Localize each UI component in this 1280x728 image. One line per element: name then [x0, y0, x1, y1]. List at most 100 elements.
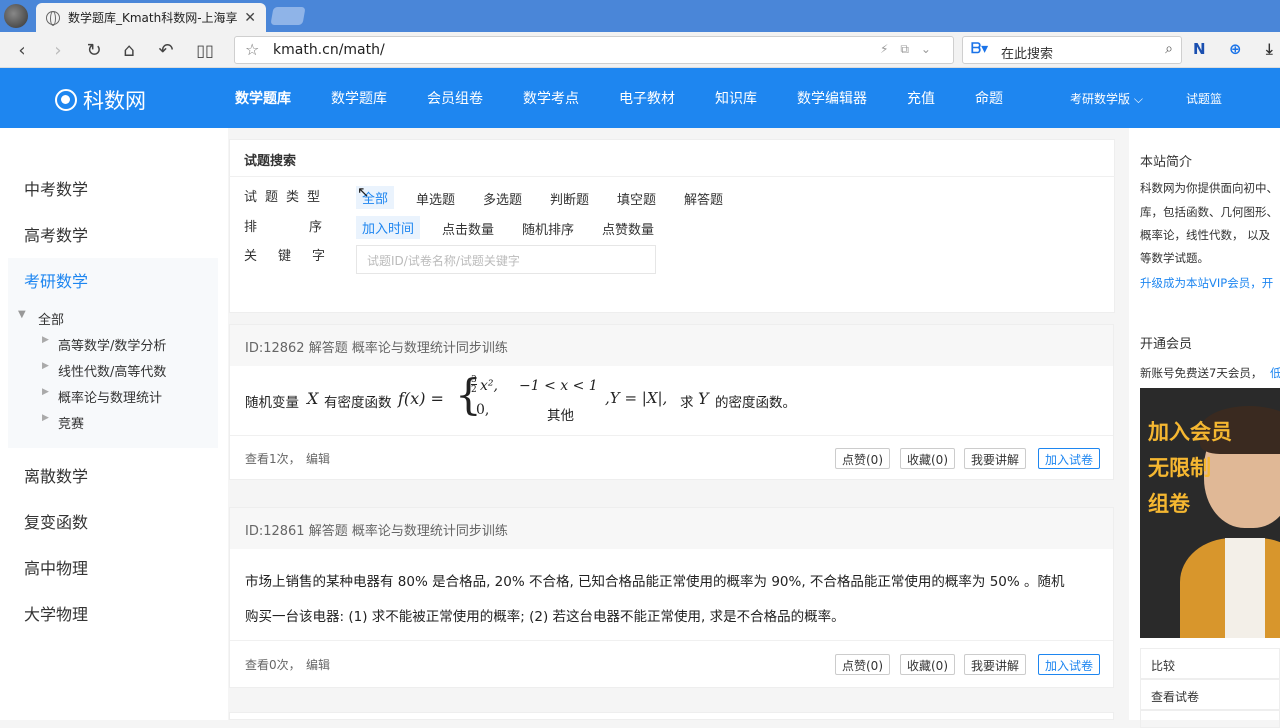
tree-child[interactable]: 竞赛 [58, 413, 84, 432]
question-header[interactable]: ID:12861 解答题 概率论与数理统计同步训练 [245, 520, 508, 539]
question-line: 购买一台该电器: (1) 求不能被正常使用的概率; (2) 若这台电器不能正常使… [245, 609, 845, 625]
nav-item[interactable]: 充值 [907, 88, 935, 108]
case2-value: 0, [476, 402, 490, 418]
intro-title: 本站简介 [1140, 155, 1193, 170]
new-tab-button[interactable] [270, 7, 306, 25]
nav-dropdown-label: 考研数学版 [1070, 91, 1131, 106]
like-button[interactable]: 点赞(0) [835, 448, 890, 469]
nav-item[interactable]: 数学编辑器 [797, 88, 867, 108]
question-text: 求 [680, 395, 694, 411]
refresh-icon[interactable]: ↻ [82, 38, 106, 62]
edit-link[interactable]: 编辑 [306, 450, 330, 467]
favorite-button[interactable]: 收藏(0) [900, 654, 955, 675]
sort-option[interactable]: 随机排序 [516, 217, 580, 240]
site-logo[interactable]: 科数网 [55, 85, 146, 115]
address-actions-icon[interactable]: ⚡⧉⌄ [880, 42, 943, 57]
tree-root[interactable]: 全部 [38, 309, 64, 328]
sidebar-item[interactable]: 复变函数 [24, 509, 88, 533]
nav-dropdown[interactable]: 考研数学版 ⌵ [1070, 90, 1143, 107]
collapse-triangle-icon[interactable]: ▶ [42, 361, 49, 371]
sort-option-selected[interactable]: 加入时间 [356, 216, 421, 239]
view-count: 查看1次， [245, 452, 301, 466]
browser-tab-active[interactable]: 数学题库_Kmath科数网-上海享 ✕ [36, 3, 266, 32]
divider [230, 640, 1113, 641]
collapse-triangle-icon[interactable]: ▶ [42, 335, 49, 345]
filter-title: 试题搜索 [244, 154, 297, 169]
nav-item[interactable]: 知识库 [715, 88, 757, 108]
view-paper-link[interactable]: 查看试卷 [1140, 679, 1280, 710]
like-button[interactable]: 点赞(0) [835, 654, 890, 675]
forward-icon[interactable]: › [46, 38, 70, 62]
tree-child[interactable]: 高等数学/数学分析 [58, 335, 166, 354]
mouse-cursor-icon: ↖ [357, 183, 370, 201]
member-promo-banner[interactable]: 加入会员 无限制 组卷 [1140, 388, 1280, 638]
nav-item[interactable]: 试题篮 [1186, 90, 1222, 107]
sidebar-item-active[interactable]: 考研数学 [24, 268, 88, 292]
explain-button[interactable]: 我要讲解 [964, 448, 1027, 469]
home-icon[interactable]: ⌂ [117, 38, 141, 62]
question-header[interactable]: ID:12862 解答题 概率论与数理统计同步训练 [245, 337, 508, 356]
tree-child[interactable]: 线性代数/高等代数 [58, 361, 166, 380]
case1-value: x², [480, 378, 498, 394]
type-option[interactable]: 单选题 [410, 187, 461, 210]
star-icon[interactable]: ☆ [245, 40, 259, 59]
edit-link[interactable]: 编辑 [306, 656, 330, 673]
nav-item[interactable]: 数学题库 [235, 88, 291, 108]
promo-text: 无限制 [1148, 456, 1211, 480]
address-url: kmath.cn/math/ [273, 42, 385, 58]
profile-avatar[interactable] [4, 4, 28, 28]
nav-item[interactable]: 命题 [975, 88, 1003, 108]
type-option[interactable]: 判断题 [544, 187, 595, 210]
translate-icon[interactable]: ⊕ [1229, 40, 1242, 58]
nav-item[interactable]: 电子教材 [619, 88, 675, 108]
search-box[interactable]: ᗷ▾ 在此搜索 ⌕ [962, 36, 1182, 64]
nav-item[interactable]: 数学考点 [523, 88, 579, 108]
nav-item[interactable]: 数学题库 [331, 88, 387, 108]
browser-tab-bar: 数学题库_Kmath科数网-上海享 ✕ [0, 0, 1280, 32]
expand-triangle-icon[interactable]: ▼ [18, 309, 26, 320]
favorite-button[interactable]: 收藏(0) [900, 448, 955, 469]
collapse-triangle-icon[interactable]: ▶ [42, 387, 49, 397]
reader-icon[interactable]: ▯▯ [193, 38, 217, 62]
explain-button[interactable]: 我要讲解 [964, 654, 1027, 675]
sidebar-item[interactable]: 大学物理 [24, 601, 88, 625]
back-icon[interactable]: ‹ [10, 38, 34, 62]
download-icon[interactable]: ⤓ [1266, 40, 1273, 58]
keyword-input[interactable]: 试题ID/试卷名称/试题关键字 [356, 245, 656, 274]
collapse-triangle-icon[interactable]: ▶ [42, 413, 49, 423]
sort-option[interactable]: 点赞数量 [596, 217, 660, 240]
divider [229, 176, 1115, 177]
tree-child[interactable]: 概率论与数理统计 [58, 387, 162, 406]
add-to-paper-button[interactable]: 加入试卷 [1038, 448, 1101, 469]
undo-icon[interactable]: ↶ [154, 38, 178, 62]
member-link[interactable]: 低 [1270, 365, 1280, 381]
intro-line: 概率论，线性代数， 以及 [1140, 228, 1271, 242]
add-to-paper-button[interactable]: 加入试卷 [1038, 654, 1101, 675]
search-icon[interactable]: ⌕ [1165, 41, 1173, 57]
type-option[interactable]: 多选题 [477, 187, 528, 210]
search-placeholder: 在此搜索 [1001, 47, 1054, 62]
sidebar-item[interactable]: 高考数学 [24, 222, 88, 246]
sidebar-item[interactable]: 中考数学 [24, 176, 88, 200]
browser-toolbar: ‹ › ↻ ⌂ ↶ ▯▯ ☆ kmath.cn/math/ ⚡⧉⌄ ᗷ▾ 在此搜… [0, 32, 1280, 68]
sidebar-item[interactable]: 离散数学 [24, 463, 88, 487]
member-text: 新账号免费送7天会员， [1140, 366, 1263, 380]
sort-option[interactable]: 点击数量 [436, 217, 500, 240]
right-link-partial [1140, 710, 1280, 728]
globe-icon [46, 10, 60, 26]
site-header: 科数网 数学题库 数学题库 会员组卷 数学考点 电子教材 知识库 数学编辑器 充… [0, 68, 1280, 128]
question-text: 有密度函数 [324, 395, 392, 411]
type-option[interactable]: 解答题 [678, 187, 729, 210]
nav-item[interactable]: 会员组卷 [427, 88, 483, 108]
address-bar[interactable]: ☆ kmath.cn/math/ ⚡⧉⌄ [234, 36, 954, 64]
compare-link[interactable]: 比较 [1140, 648, 1280, 679]
close-tab-icon[interactable]: ✕ [244, 10, 256, 26]
promo-text: 组卷 [1148, 492, 1190, 516]
math-var: X [307, 389, 319, 408]
sidebar-item[interactable]: 高中物理 [24, 555, 88, 579]
question-card-partial [229, 712, 1114, 720]
extension-n-icon[interactable]: N [1193, 40, 1206, 58]
type-option[interactable]: 填空题 [611, 187, 662, 210]
vip-link[interactable]: 升级成为本站VIP会员，开 [1140, 275, 1273, 291]
case1-condition: −1 < x < 1 [519, 378, 598, 394]
